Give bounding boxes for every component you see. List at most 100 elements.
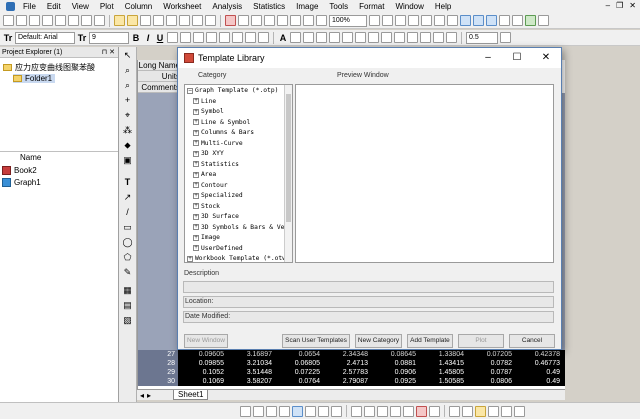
expand-icon[interactable]: + bbox=[193, 98, 199, 104]
gadget-icon[interactable] bbox=[512, 15, 523, 26]
graph-toggle-icon[interactable] bbox=[460, 15, 471, 26]
table-cell[interactable]: 1.50585 bbox=[420, 377, 464, 386]
menu-image[interactable]: Image bbox=[296, 2, 318, 11]
plot-3d-icon[interactable] bbox=[351, 405, 362, 417]
greek-icon[interactable] bbox=[193, 32, 204, 43]
line-width-select[interactable]: 0.5 bbox=[466, 31, 498, 44]
category-area[interactable]: + Area bbox=[193, 171, 216, 178]
tree-subfolder[interactable]: Folder1 bbox=[13, 74, 56, 83]
table-cell[interactable]: 3.16897 bbox=[228, 350, 272, 359]
copy-icon[interactable] bbox=[342, 32, 353, 43]
import-multi-icon[interactable] bbox=[205, 15, 216, 26]
menu-help[interactable]: Help bbox=[435, 2, 451, 11]
tree-root-graph-templates[interactable]: − Graph Template (*.otp) bbox=[187, 87, 278, 94]
data-selector-icon[interactable]: ⬥ bbox=[122, 140, 133, 151]
plot-pie-icon[interactable] bbox=[318, 405, 329, 417]
cancel-button[interactable]: Cancel bbox=[509, 334, 555, 348]
code-builder-icon[interactable] bbox=[421, 15, 432, 26]
table-cell[interactable]: 0.49 bbox=[516, 377, 560, 386]
category-scrollbar[interactable] bbox=[284, 85, 292, 262]
table-cell[interactable]: 0.09605 bbox=[180, 350, 224, 359]
save-icon[interactable] bbox=[140, 15, 151, 26]
print-icon[interactable] bbox=[238, 15, 249, 26]
category-statistics[interactable]: + Statistics bbox=[193, 161, 239, 168]
expand-icon[interactable]: + bbox=[193, 108, 199, 115]
new-window-button[interactable]: New Window bbox=[184, 334, 228, 348]
plot-line-icon[interactable] bbox=[240, 405, 251, 417]
category-3d-surface[interactable]: + 3D Surface bbox=[193, 213, 239, 220]
category-line-symbol[interactable]: + Line & Symbol bbox=[193, 119, 250, 126]
expand-icon[interactable]: + bbox=[193, 129, 199, 136]
plot-stack-icon[interactable] bbox=[331, 405, 342, 417]
menu-window[interactable]: Window bbox=[395, 2, 423, 11]
zoom-in-icon[interactable] bbox=[303, 15, 314, 26]
screen-reader-icon[interactable]: ⁂ bbox=[122, 125, 133, 136]
expand-icon[interactable]: + bbox=[193, 213, 199, 220]
menu-analysis[interactable]: Analysis bbox=[212, 2, 242, 11]
expand-icon[interactable]: + bbox=[193, 150, 199, 157]
table-cell[interactable]: 0.42378 bbox=[516, 350, 560, 359]
tab-scroll-left-icon[interactable]: ◂ bbox=[140, 391, 144, 400]
recalculate-icon[interactable] bbox=[225, 15, 236, 26]
pointer-icon[interactable]: ↖ bbox=[122, 50, 133, 61]
subscript-icon[interactable] bbox=[180, 32, 191, 43]
shape-icon[interactable] bbox=[433, 32, 444, 43]
plot-dot-icon[interactable] bbox=[390, 405, 401, 417]
category-tree[interactable]: − Graph Template (*.otp) + Line + Symbol… bbox=[184, 84, 293, 263]
new-function-icon[interactable] bbox=[55, 15, 66, 26]
table-row[interactable]: 29 0.1052 3.51448 0.07225 2.57783 0.0906… bbox=[138, 368, 566, 377]
expand-icon[interactable]: + bbox=[193, 182, 199, 188]
new-project-icon[interactable] bbox=[3, 15, 14, 26]
fill-color-icon[interactable] bbox=[290, 32, 301, 43]
category-columns-bars[interactable]: + Columns & Bars bbox=[193, 129, 254, 136]
plot-ternary-icon[interactable] bbox=[462, 405, 473, 417]
import-ascii-icon[interactable] bbox=[192, 15, 203, 26]
plot-histogram-icon[interactable] bbox=[429, 405, 440, 417]
table-cell[interactable]: 0.1052 bbox=[180, 368, 224, 377]
insert-graph-icon[interactable]: ▦ bbox=[122, 285, 133, 296]
menu-tools[interactable]: Tools bbox=[329, 2, 348, 11]
project-explorer-toggle-icon[interactable] bbox=[434, 15, 445, 26]
font-color-icon[interactable]: A bbox=[278, 33, 288, 43]
table-cell[interactable]: 0.0925 bbox=[372, 377, 416, 386]
line-color-icon[interactable] bbox=[303, 32, 314, 43]
symbol-icon[interactable] bbox=[394, 32, 405, 43]
table-cell[interactable]: 0.07205 bbox=[468, 350, 512, 359]
menu-statistics[interactable]: Statistics bbox=[253, 2, 285, 11]
close-icon[interactable]: ✕ bbox=[629, 1, 636, 10]
import-wizard-icon[interactable] bbox=[179, 15, 190, 26]
category-line[interactable]: + Line bbox=[193, 98, 216, 105]
table-cell[interactable]: 0.0906 bbox=[372, 368, 416, 377]
tree-root-folder[interactable]: 应力应变曲线图聚苯酸 bbox=[3, 62, 95, 73]
category-contour[interactable]: + Contour bbox=[193, 182, 228, 189]
table-cell[interactable]: 3.21034 bbox=[228, 359, 272, 368]
learning-center-icon[interactable] bbox=[525, 15, 536, 26]
region-mask-icon[interactable]: ▣ bbox=[122, 155, 133, 166]
plot-area-icon[interactable] bbox=[305, 405, 316, 417]
table-cell[interactable]: 0.08645 bbox=[372, 350, 416, 359]
superscript-icon[interactable] bbox=[167, 32, 178, 43]
tab-sheet1[interactable]: Sheet1 bbox=[173, 390, 209, 400]
pin-icon[interactable]: ⊓ ✕ bbox=[102, 47, 115, 57]
table-row[interactable]: 28 0.09855 3.21034 0.06805 2.4713 0.0881… bbox=[138, 359, 566, 368]
align-right-icon[interactable] bbox=[258, 32, 269, 43]
table-cell[interactable]: 0.49 bbox=[516, 368, 560, 377]
category-stock[interactable]: + Stock bbox=[193, 203, 220, 210]
table-cell[interactable]: 0.46773 bbox=[516, 359, 560, 368]
menu-plot[interactable]: Plot bbox=[100, 2, 114, 11]
plot-polar-icon[interactable] bbox=[449, 405, 460, 417]
zoom-out-tool-icon[interactable]: ⌕ bbox=[122, 80, 133, 91]
plot-more-icon[interactable] bbox=[514, 405, 525, 417]
increase-font-icon[interactable] bbox=[206, 32, 217, 43]
category-3d-symbols-bars[interactable]: + 3D Symbols & Bars & Ve bbox=[193, 224, 284, 231]
restore-icon[interactable]: ❐ bbox=[616, 1, 623, 10]
scan-user-templates-button[interactable]: Scan User Templates bbox=[282, 334, 350, 348]
data-reader-icon[interactable]: ⌖ bbox=[122, 110, 133, 121]
table-cell[interactable]: 1.33804 bbox=[420, 350, 464, 359]
new-layout-icon[interactable] bbox=[81, 15, 92, 26]
line-dash-icon[interactable] bbox=[500, 32, 511, 43]
export-icon[interactable] bbox=[251, 15, 262, 26]
table-cell[interactable]: 0.0654 bbox=[276, 350, 320, 359]
expand-icon[interactable]: + bbox=[193, 192, 199, 199]
menu-view[interactable]: View bbox=[72, 2, 89, 11]
